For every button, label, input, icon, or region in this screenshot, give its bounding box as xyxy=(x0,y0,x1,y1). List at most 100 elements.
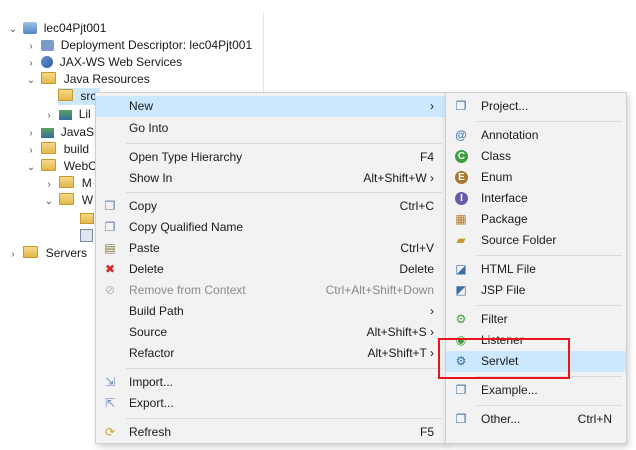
export-icon: ⇱ xyxy=(104,396,116,410)
tree-node-label: Deployment Descriptor: lec04Pjt001 xyxy=(60,38,253,52)
tree-node-label: Lil xyxy=(78,107,91,121)
menu-item-export[interactable]: ⇱ Export... xyxy=(96,393,446,414)
folder-icon xyxy=(41,142,57,154)
tree-node-javascript[interactable]: › JavaS xyxy=(24,124,94,141)
submenu-item-project[interactable]: ❐ Project... xyxy=(446,96,626,117)
tree-node-label: M xyxy=(81,176,92,190)
chevron-down-icon[interactable]: ⌄ xyxy=(6,21,20,38)
submenu-item-class[interactable]: C Class xyxy=(446,146,626,167)
submenu-item-filter[interactable]: ⚙ Filter xyxy=(446,309,626,330)
menu-separator xyxy=(126,368,442,369)
tree-node-jax-ws[interactable]: › JAX-WS Web Services xyxy=(24,54,182,71)
chevron-right-icon[interactable]: › xyxy=(6,246,20,263)
chevron-right-icon[interactable]: › xyxy=(24,38,38,55)
submenu-item-other[interactable]: ❐ Other... Ctrl+N xyxy=(446,409,626,430)
submenu-item-source-folder[interactable]: ▰ Source Folder xyxy=(446,230,626,251)
submenu-item-jsp-file[interactable]: ◩ JSP File xyxy=(446,280,626,301)
folder-icon xyxy=(59,193,75,205)
menu-item-delete[interactable]: ✖ Delete Delete xyxy=(96,259,446,280)
example-icon: ❐ xyxy=(455,383,467,397)
tree-node-servers[interactable]: › Servers xyxy=(6,245,87,262)
menu-item-show-in[interactable]: Show In Alt+Shift+W › xyxy=(96,168,446,189)
deployment-descriptor-icon xyxy=(41,40,55,51)
chevron-right-icon[interactable]: › xyxy=(24,125,38,142)
submenu-item-enum[interactable]: E Enum xyxy=(446,167,626,188)
menu-item-copy[interactable]: ❐ Copy Ctrl+C xyxy=(96,196,446,217)
new-submenu: ❐ Project... @ Annotation C Class E Enum… xyxy=(445,92,627,444)
tree-node-deployment-descriptor[interactable]: › Deployment Descriptor: lec04Pjt001 xyxy=(24,37,252,54)
chevron-down-icon[interactable]: ⌄ xyxy=(42,193,56,210)
tree-node-project[interactable]: ⌄ lec04Pjt001 xyxy=(6,20,107,38)
tree-node-java-resources[interactable]: ⌄ Java Resources xyxy=(24,71,150,88)
context-menu: New › Go Into Open Type Hierarchy F4 Sho… xyxy=(95,92,447,444)
menu-item-copy-qualified-name[interactable]: ❐ Copy Qualified Name xyxy=(96,217,446,238)
chevron-right-icon[interactable]: › xyxy=(42,107,56,124)
source-folder-icon xyxy=(58,89,73,101)
menu-item-remove-from-context[interactable]: ⊘ Remove from Context Ctrl+Alt+Shift+Dow… xyxy=(96,280,446,301)
menu-item-paste[interactable]: ▤ Paste Ctrl+V xyxy=(96,238,446,259)
menu-separator xyxy=(126,143,442,144)
interface-icon: I xyxy=(455,192,468,205)
menu-separator xyxy=(476,121,622,122)
tree-node-label: JAX-WS Web Services xyxy=(59,55,183,69)
folder-icon xyxy=(41,159,57,171)
paste-icon: ▤ xyxy=(104,241,116,255)
xml-file-icon xyxy=(80,229,93,242)
tree-node-web-inf[interactable]: ⌄ W xyxy=(42,192,93,209)
menu-separator xyxy=(126,418,442,419)
menu-item-build-path[interactable]: Build Path › xyxy=(96,301,446,322)
highlight-annotation-box xyxy=(438,338,570,379)
folder-icon xyxy=(59,176,75,188)
submenu-item-annotation[interactable]: @ Annotation xyxy=(446,125,626,146)
tree-node-label: lec04Pjt001 xyxy=(43,21,107,35)
chevron-right-icon[interactable]: › xyxy=(24,55,38,72)
source-folder-icon: ▰ xyxy=(456,233,466,247)
tree-node-label: WebC xyxy=(63,159,97,173)
menu-item-go-into[interactable]: Go Into xyxy=(96,118,446,139)
submenu-arrow-icon: › xyxy=(430,99,434,113)
tree-node-label: build xyxy=(63,142,90,156)
web-services-icon xyxy=(41,56,54,68)
tree-node-src[interactable]: src xyxy=(58,88,101,105)
tree-node-label: W xyxy=(81,193,94,207)
menu-separator xyxy=(126,192,442,193)
submenu-item-html-file[interactable]: ◪ HTML File xyxy=(446,259,626,280)
copy-qualified-icon: ❐ xyxy=(104,220,116,234)
chevron-right-icon[interactable]: › xyxy=(42,176,56,193)
submenu-item-example[interactable]: ❐ Example... xyxy=(446,380,626,401)
menu-item-import[interactable]: ⇲ Import... xyxy=(96,372,446,393)
delete-icon: ✖ xyxy=(104,262,116,276)
tree-node-build[interactable]: › build xyxy=(24,141,89,158)
menu-item-open-type-hierarchy[interactable]: Open Type Hierarchy F4 xyxy=(96,147,446,168)
tree-node-webcontent[interactable]: ⌄ WebC xyxy=(24,158,97,175)
submenu-item-package[interactable]: ▦ Package xyxy=(446,209,626,230)
menu-separator xyxy=(476,305,622,306)
submenu-item-interface[interactable]: I Interface xyxy=(446,188,626,209)
submenu-arrow-icon: › xyxy=(430,304,434,318)
jsp-file-icon: ◩ xyxy=(455,283,467,297)
tree-node-meta-inf[interactable]: › M xyxy=(42,175,92,192)
class-icon: C xyxy=(455,150,468,163)
tree-node-libraries[interactable]: › Lil xyxy=(42,106,91,124)
tree-node-label: Servers xyxy=(45,246,88,260)
other-icon: ❐ xyxy=(455,412,467,426)
menu-item-refresh[interactable]: ⟳ Refresh F5 xyxy=(96,422,446,443)
folder-icon xyxy=(23,246,39,258)
import-icon: ⇲ xyxy=(104,375,116,389)
chevron-down-icon[interactable]: ⌄ xyxy=(24,159,38,176)
project-icon: ❐ xyxy=(455,99,467,113)
enum-icon: E xyxy=(455,171,468,184)
chevron-down-icon[interactable]: ⌄ xyxy=(24,72,38,89)
menu-item-refactor[interactable]: Refactor Alt+Shift+T › xyxy=(96,343,446,364)
package-icon: ▦ xyxy=(455,212,467,226)
menu-item-new[interactable]: New › xyxy=(96,96,446,117)
tree-node-label: JavaS xyxy=(60,125,95,139)
tree-node-label: src xyxy=(80,89,97,103)
menu-separator xyxy=(476,405,622,406)
menu-item-source[interactable]: Source Alt+Shift+S › xyxy=(96,322,446,343)
javascript-resources-icon xyxy=(41,128,55,138)
copy-icon: ❐ xyxy=(104,199,116,213)
tree-node-label: Java Resources xyxy=(63,72,150,86)
chevron-right-icon[interactable]: › xyxy=(24,142,38,159)
web-project-icon xyxy=(23,22,38,34)
